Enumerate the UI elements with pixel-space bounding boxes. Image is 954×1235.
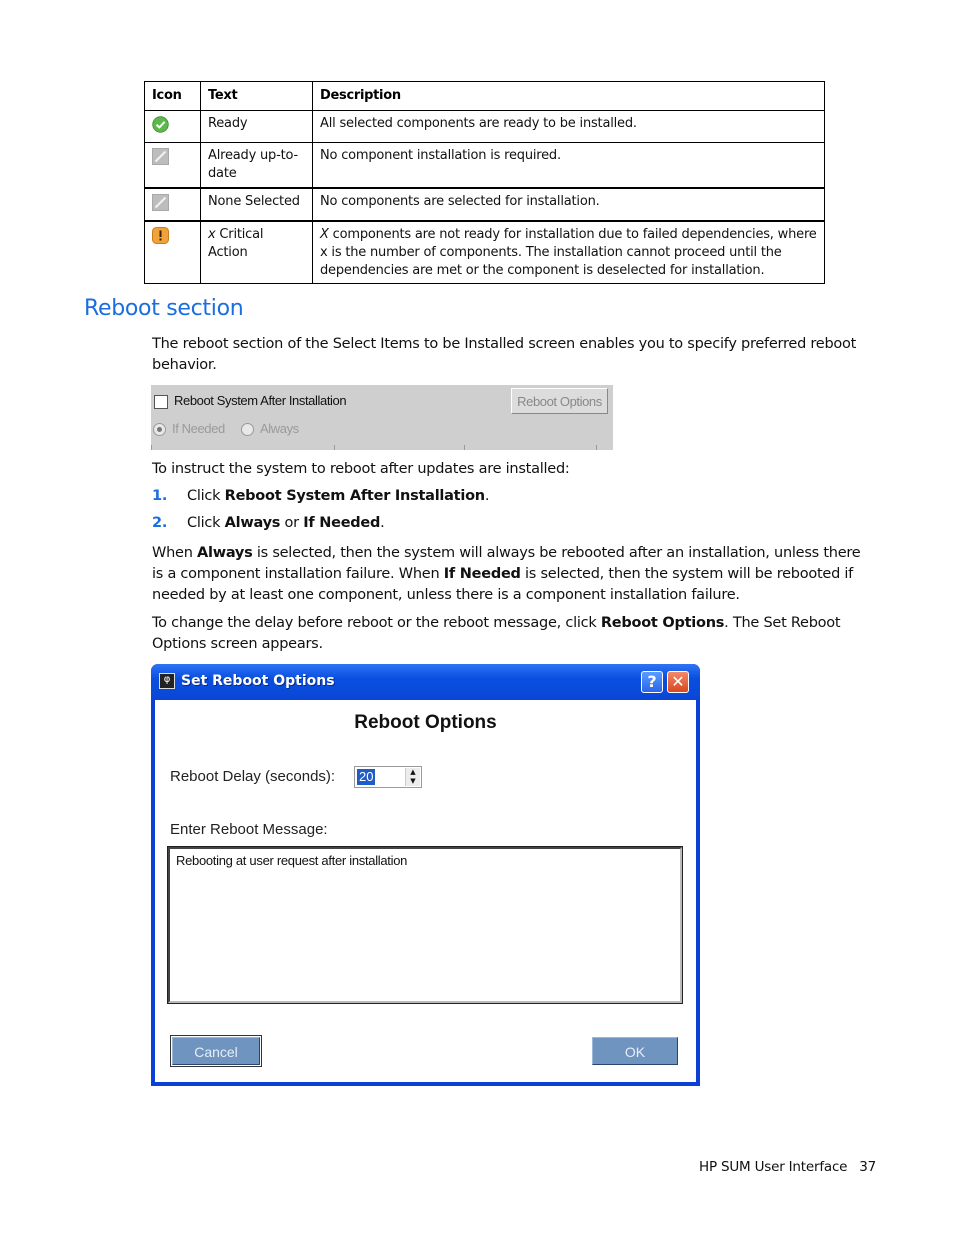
dialog-titlebar[interactable]: φ Set Reboot Options ? ✕ [151,664,700,700]
icon-cell [144,110,201,143]
ok-button[interactable]: OK [592,1037,678,1065]
reboot-message-textarea[interactable]: Rebooting at user request after installa… [167,846,683,1004]
step-bold: If Needed [303,515,381,531]
step-text: Click [187,515,225,531]
set-reboot-options-dialog: φ Set Reboot Options ? ✕ Reboot Options … [151,664,700,1086]
status-desc-rest: components are not ready for installatio… [320,227,817,278]
status-desc-var: X [320,227,329,242]
status-text: None Selected [200,187,313,222]
footer-title: HP SUM User Interface [699,1159,848,1175]
header-description: Description [312,81,825,111]
status-description: No components are selected for installat… [312,187,825,222]
status-description: X components are not ready for installat… [312,220,825,284]
green-check-icon [152,116,169,133]
status-text-rest: Critical Action [208,227,264,260]
status-text: Ready [200,110,313,143]
reboot-delay-spinner[interactable]: 20 ▲ ▼ [354,766,422,788]
cancel-button[interactable]: Cancel [170,1035,262,1067]
status-text: x Critical Action [200,220,313,284]
step-text: . [380,515,385,531]
always-label[interactable]: Always [260,421,299,436]
gray-slash-icon [152,194,169,211]
dialog-body: Reboot Options Reboot Delay (seconds): 2… [155,700,696,1082]
status-text-var: x [208,227,216,242]
help-button[interactable]: ? [641,671,663,693]
reboot-delay-label: Reboot Delay (seconds): [170,768,336,785]
reboot-delay-value[interactable]: 20 [357,769,376,785]
header-icon: Icon [144,81,201,111]
if-needed-label[interactable]: If Needed [172,421,225,436]
page-number: 37 [859,1159,877,1175]
dialog-title: Set Reboot Options [181,673,335,689]
icon-cell [144,220,201,284]
para-text: To change the delay before reboot or the… [152,615,601,631]
table-row: Ready All selected components are ready … [144,110,825,143]
if-needed-radio[interactable] [153,423,166,436]
step-text: Click [187,488,225,504]
para-bold: Always [197,545,253,561]
para-bold: Reboot Options [600,615,725,631]
reboot-message-label: Enter Reboot Message: [170,821,328,838]
dialog-heading: Reboot Options [354,712,497,733]
reboot-after-install-label[interactable]: Reboot System After Installation [174,393,347,408]
table-row: x Critical Action X components are not r… [144,220,825,284]
divider [596,445,597,450]
divider [464,445,465,450]
header-text: Text [200,81,313,111]
reboot-after-install-checkbox[interactable] [154,395,168,409]
reboot-options-button[interactable]: Reboot Options [511,388,608,414]
always-radio[interactable] [241,423,254,436]
table-row: Already up-to-date No component installa… [144,142,825,189]
table-row: None Selected No components are selected… [144,187,825,222]
icon-cell [144,142,201,189]
step-2: 2. Click Always or If Needed. [152,513,385,534]
divider [334,445,335,450]
divider [151,445,152,450]
step-text: or [280,515,304,531]
table-header-row: Icon Text Description [144,81,825,111]
para-text: When [152,545,197,561]
icon-cell [144,187,201,222]
status-text: Already up-to-date [200,142,313,189]
section-intro: The reboot section of the Select Items t… [152,336,857,373]
page-footer: HP SUM User Interface 37 [699,1159,876,1175]
orange-warning-icon [152,227,169,244]
options-paragraph: To change the delay before reboot or the… [152,613,868,655]
step-number: 2. [152,515,168,531]
spinner-arrows-icon[interactable]: ▲ ▼ [405,768,420,786]
gray-slash-icon [152,148,169,165]
reboot-panel: Reboot System After Installation If Need… [151,385,613,450]
status-description: No component installation is required. [312,142,825,189]
step-1: 1. Click Reboot System After Installation… [152,486,490,507]
behavior-paragraph: When Always is selected, then the system… [152,543,868,606]
status-description: All selected components are ready to be … [312,110,825,143]
step-bold: Always [224,515,281,531]
status-icon-table: Icon Text Description Ready All selected… [144,81,825,284]
section-heading: Reboot section [84,296,244,321]
step-bold: Reboot System After Installation [224,488,485,504]
step-number: 1. [152,488,168,504]
hp-app-icon: φ [159,673,175,689]
close-button[interactable]: ✕ [667,671,689,693]
para-bold: If Needed [443,566,521,582]
step-text: . [484,488,490,504]
instructions-lead: To instruct the system to reboot after u… [152,461,570,477]
